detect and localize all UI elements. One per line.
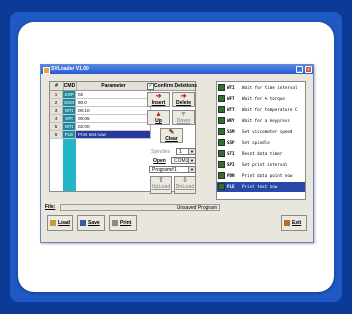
- row-parameter[interactable]: 02:00: [76, 123, 151, 131]
- down-button[interactable]: ▼ Down: [172, 110, 195, 125]
- command-icon: [218, 139, 225, 146]
- arrow-up-icon: ▲: [155, 111, 162, 118]
- command-icon: [218, 161, 225, 168]
- load-button[interactable]: Load: [47, 215, 73, 231]
- folder-icon: [50, 219, 56, 226]
- command-icon: [218, 128, 225, 135]
- app-icon: [43, 67, 50, 74]
- list-item[interactable]: PDN Print data point now: [217, 171, 305, 181]
- upload-button[interactable]: ⇪ UpLoad: [150, 176, 172, 194]
- program-select[interactable]: Program#1 ▼: [149, 166, 196, 173]
- row-parameter[interactable]: 00:10: [76, 107, 151, 115]
- arrow-right-icon: ➔: [180, 93, 187, 100]
- file-row: File: Unsaved Program: [44, 204, 310, 211]
- row-parameter[interactable]: 02: [76, 91, 151, 99]
- row-number: 1: [50, 91, 63, 99]
- chevron-down-icon: ▼: [188, 167, 195, 172]
- list-item[interactable]: SPI Set print interval: [217, 160, 305, 170]
- insert-button[interactable]: ➔ Insert: [147, 92, 170, 107]
- list-item[interactable]: SSM Set viscometer speed: [217, 127, 305, 137]
- arrow-left-icon: ➔: [155, 93, 162, 100]
- delete-button[interactable]: ➔ Delete: [172, 92, 195, 107]
- command-list[interactable]: WTI Wait for time interval WFT Wait for …: [216, 81, 306, 200]
- broom-icon: ✎: [168, 129, 175, 136]
- row-number: 5: [50, 123, 63, 131]
- disk-icon: [80, 219, 86, 226]
- list-item[interactable]: WFT Wait for % torque: [217, 94, 305, 104]
- download-button[interactable]: ⇩ DnLoad: [174, 176, 196, 194]
- row-cmd: SSP: [63, 91, 76, 99]
- list-item[interactable]: SSP Set spindle: [217, 138, 305, 148]
- col-header-num: #: [50, 82, 64, 90]
- port-select[interactable]: COM1 ▼: [171, 157, 196, 164]
- row-parameter[interactable]: Print test now: [76, 131, 151, 139]
- print-button[interactable]: Print: [109, 215, 137, 231]
- row-cmd: WTI: [63, 107, 76, 115]
- confirm-deletions-label: Confirm Deletions: [154, 83, 198, 89]
- up-button[interactable]: ▲ Up: [147, 110, 170, 125]
- row-number: 4: [50, 115, 63, 123]
- exit-icon: [284, 219, 290, 226]
- spindles-label: Spindles: [151, 149, 171, 155]
- file-status: Unsaved Program: [60, 204, 220, 211]
- title-bar[interactable]: SVLoader V1.00 _ ×: [41, 65, 313, 74]
- app-window: SVLoader V1.00 _ × # CMD Parameter 1 SSP…: [40, 64, 314, 243]
- list-item[interactable]: WKY Wait for a keypress: [217, 116, 305, 126]
- confirm-deletions-checkbox[interactable]: ✓: [147, 83, 154, 90]
- list-item[interactable]: WTT Wait for temperature C: [217, 105, 305, 115]
- row-parameter[interactable]: 00:05: [76, 115, 151, 123]
- open-label[interactable]: Open: [153, 158, 166, 164]
- row-parameter[interactable]: 90.0: [76, 99, 151, 107]
- row-number: 3: [50, 107, 63, 115]
- col-header-parameter: Parameter: [76, 82, 152, 90]
- command-icon: [218, 84, 225, 91]
- window-title: SVLoader V1.00: [51, 66, 89, 72]
- command-icon: [218, 150, 225, 157]
- save-button[interactable]: Save: [77, 215, 105, 231]
- exit-button[interactable]: Exit: [281, 215, 307, 231]
- command-icon: [218, 106, 225, 113]
- download-icon: ⇩: [182, 177, 188, 184]
- close-button[interactable]: ×: [305, 66, 312, 73]
- spindles-select[interactable]: 1 ▼: [176, 148, 196, 155]
- command-icon: [218, 172, 225, 179]
- upload-icon: ⇪: [158, 177, 164, 184]
- command-icon: [218, 183, 225, 190]
- list-item[interactable]: WTI Wait for time interval: [217, 83, 305, 93]
- empty-cmd-column: [63, 139, 76, 191]
- command-icon: [218, 95, 225, 102]
- list-item-selected[interactable]: PLE Print text now: [217, 182, 305, 192]
- command-icon: [218, 117, 225, 124]
- chevron-down-icon: ▼: [188, 158, 195, 163]
- row-cmd: SSM: [63, 99, 76, 107]
- row-cmd: SPI: [63, 115, 76, 123]
- minimize-button[interactable]: _: [296, 66, 303, 73]
- row-cmd: WTI: [63, 123, 76, 131]
- file-label: File:: [45, 204, 56, 210]
- row-cmd: PLE: [63, 131, 76, 139]
- row-number: 2: [50, 99, 63, 107]
- arrow-down-icon: ▼: [180, 111, 187, 118]
- col-header-cmd: CMD: [63, 82, 77, 90]
- clear-button[interactable]: ✎ Clear: [160, 128, 183, 143]
- row-number: 6: [50, 131, 63, 139]
- printer-icon: [112, 219, 118, 226]
- chevron-down-icon: ▼: [188, 149, 195, 154]
- list-item[interactable]: STI Reset data timer: [217, 149, 305, 159]
